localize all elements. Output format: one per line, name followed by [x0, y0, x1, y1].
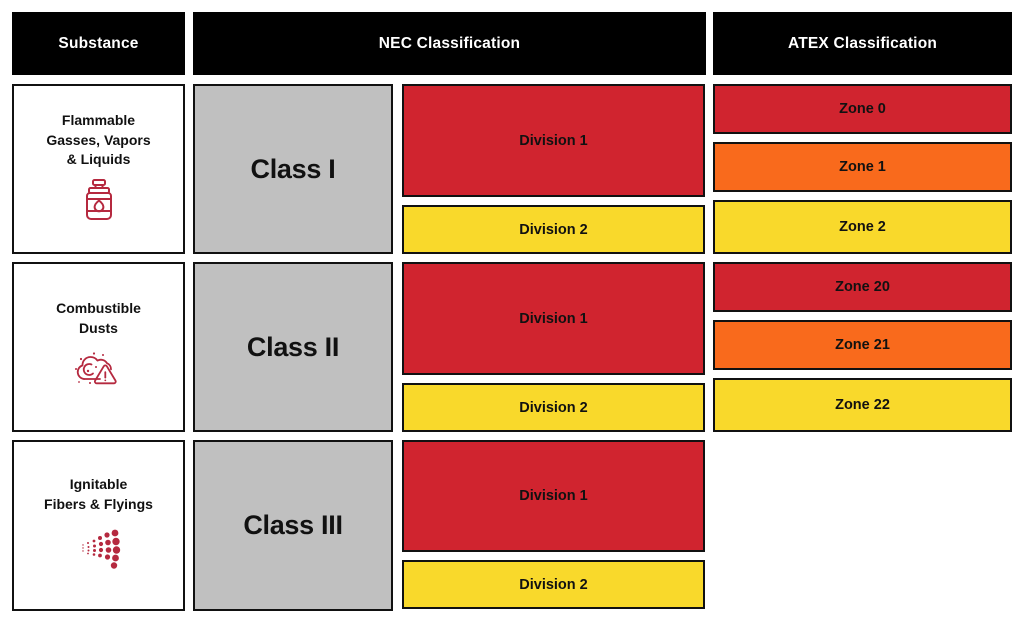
nec-division-2-label-row-2: Division 2 [519, 399, 588, 416]
atex-zone-0: Zone 0 [713, 84, 1012, 134]
gas-cylinder-flame-icon [79, 178, 119, 227]
atex-zone-0-label: Zone 0 [839, 101, 886, 117]
nec-division-1-row-2: Division 1 [402, 262, 705, 375]
header-cell-substance: Substance [12, 12, 185, 75]
nec-division-2-label-row-1: Division 2 [519, 221, 588, 238]
nec-division-2-row-2: Division 2 [402, 383, 705, 432]
table-row-flammable-gasses: Flammable Gasses, Vapors & Liquids Class… [0, 84, 1024, 254]
nec-class-label-row-2: Class II [246, 331, 340, 362]
atex-zone-1-label: Zone 1 [839, 159, 886, 175]
table-row-ignitable-fibers: Ignitable Fibers & Flyings Class III Div… [0, 440, 1024, 611]
nec-division-1-row-1: Division 1 [402, 84, 705, 197]
atex-zone-22-label: Zone 22 [835, 397, 890, 413]
substance-label-row-3: Ignitable Fibers & Flyings [44, 476, 153, 512]
atex-zone-22: Zone 22 [713, 378, 1012, 432]
atex-zone-2-label: Zone 2 [839, 219, 886, 235]
nec-class-cell-row-3: Class III [193, 440, 393, 611]
nec-division-1-label-row-2: Division 1 [519, 310, 588, 327]
substance-label-row-1: Flammable Gasses, Vapors & Liquids [46, 111, 151, 168]
header-cell-atex-classification: ATEX Classification [713, 12, 1012, 75]
fibers-flyings-icon [71, 523, 127, 576]
nec-division-1-label-row-3: Division 1 [519, 488, 588, 504]
atex-zone-1: Zone 1 [713, 142, 1012, 192]
table-row-combustible-dusts: Combustible Dusts Class II Division 1 Di… [0, 262, 1024, 432]
header-label-nec: NEC Classification [378, 34, 521, 52]
atex-zone-20: Zone 20 [713, 262, 1012, 312]
atex-zone-20-label: Zone 20 [835, 279, 890, 295]
substance-cell-row-2: Combustible Dusts [12, 262, 185, 432]
nec-class-cell-row-1: Class I [193, 84, 393, 254]
nec-division-1-row-3: Division 1 [402, 440, 705, 552]
dust-cloud-warning-icon [70, 346, 128, 395]
nec-class-label-row-1: Class I [250, 153, 336, 184]
atex-zone-2: Zone 2 [713, 200, 1012, 254]
nec-division-1-label-row-1: Division 1 [519, 132, 588, 149]
atex-zone-21: Zone 21 [713, 320, 1012, 370]
nec-division-2-row-1: Division 2 [402, 205, 705, 254]
header-cell-nec-classification: NEC Classification [193, 12, 706, 75]
header-label-substance: Substance [58, 34, 139, 52]
hazardous-area-classification-table: Substance NEC Classification ATEX Classi… [0, 0, 1024, 624]
nec-class-label-row-3: Class III [243, 510, 343, 540]
nec-division-2-row-3: Division 2 [402, 560, 705, 609]
substance-cell-row-1: Flammable Gasses, Vapors & Liquids [12, 84, 185, 254]
nec-division-2-label-row-3: Division 2 [519, 576, 588, 593]
table-header-row: Substance NEC Classification ATEX Classi… [0, 12, 1024, 75]
header-label-atex: ATEX Classification [787, 34, 938, 52]
nec-class-cell-row-2: Class II [193, 262, 393, 432]
atex-zone-21-label: Zone 21 [835, 337, 890, 353]
substance-label-row-2: Combustible Dusts [56, 299, 141, 336]
substance-cell-row-3: Ignitable Fibers & Flyings [12, 440, 185, 611]
